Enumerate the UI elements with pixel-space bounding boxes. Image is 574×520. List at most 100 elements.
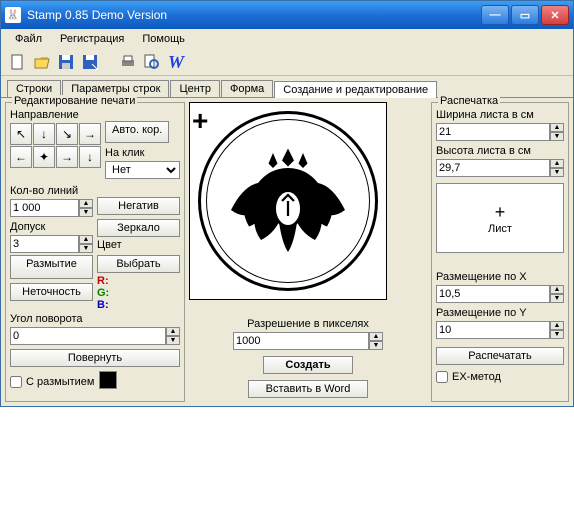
up-icon[interactable]: ▲ xyxy=(79,235,93,244)
blur-button[interactable]: Размытие xyxy=(10,255,93,279)
up-icon[interactable]: ▲ xyxy=(550,321,564,330)
direction-grid: ↖ ↓ ↘ → ← ✦ → ↓ xyxy=(10,123,101,168)
lines-input[interactable] xyxy=(10,199,79,217)
tab-create-edit[interactable]: Создание и редактирование xyxy=(274,81,437,98)
print-panel: Распечатка Ширина листа в см ▲▼ Высота л… xyxy=(431,102,569,402)
down-icon[interactable]: ▼ xyxy=(550,168,564,177)
minimize-button[interactable]: — xyxy=(481,5,509,25)
pos-y-stepper[interactable]: ▲▼ xyxy=(436,321,564,339)
direction-label: Направление xyxy=(10,109,101,121)
maximize-button[interactable]: ▭ xyxy=(511,5,539,25)
word-icon[interactable]: W xyxy=(167,53,185,71)
pos-x-label: Размещение по X xyxy=(436,271,564,283)
resolution-label: Разрешение в пикселях xyxy=(189,318,427,330)
seal-preview xyxy=(198,111,378,291)
negative-button[interactable]: Негатив xyxy=(97,197,180,215)
tolerance-input[interactable] xyxy=(10,235,79,253)
menu-registration[interactable]: Регистрация xyxy=(52,31,132,47)
create-button[interactable]: Создать xyxy=(263,356,353,374)
r-label: R: xyxy=(97,275,109,287)
ex-method-checkbox[interactable]: EX-метод xyxy=(436,371,564,383)
open-icon[interactable] xyxy=(33,53,51,71)
print-group-title: Распечатка xyxy=(438,95,500,107)
stamp-canvas[interactable]: + xyxy=(189,102,387,300)
autocorr-button[interactable]: Авто. кор. xyxy=(105,121,169,143)
mirror-button[interactable]: Зеркало xyxy=(97,219,180,237)
arrow-s-icon[interactable]: ↓ xyxy=(79,146,101,168)
up-icon[interactable]: ▲ xyxy=(550,123,564,132)
down-icon[interactable]: ▼ xyxy=(369,341,383,350)
angle-input[interactable] xyxy=(10,327,166,345)
arrow-ne-icon[interactable]: ↘ xyxy=(56,123,78,145)
print-icon[interactable] xyxy=(119,53,137,71)
new-icon[interactable] xyxy=(9,53,27,71)
color-swatch[interactable] xyxy=(99,371,117,389)
tabs: Строки Параметры строк Центр Форма Созда… xyxy=(1,76,573,97)
arrow-nw-icon[interactable]: ↖ xyxy=(10,123,32,145)
angle-label: Угол поворота xyxy=(10,313,180,325)
pos-y-input[interactable] xyxy=(436,321,550,339)
down-icon[interactable]: ▼ xyxy=(550,132,564,141)
onclick-label: На клик xyxy=(105,147,180,159)
move-handle-icon[interactable]: + xyxy=(192,105,208,137)
content: Редактирование печати Направление ↖ ↓ ↘ … xyxy=(1,97,573,406)
toolbar: W xyxy=(1,49,573,76)
arrow-w-icon[interactable]: ← xyxy=(10,146,32,168)
down-icon[interactable]: ▼ xyxy=(79,244,93,253)
with-blur-checkbox[interactable]: С размытием xyxy=(10,376,95,388)
arrow-n-icon[interactable]: ↓ xyxy=(33,123,55,145)
preview-icon[interactable] xyxy=(143,53,161,71)
window-title: Stamp 0.85 Demo Version xyxy=(27,8,481,22)
menubar: Файл Регистрация Помощь xyxy=(1,29,573,49)
close-button[interactable]: ✕ xyxy=(541,5,569,25)
sheet-button[interactable]: + Лист xyxy=(436,183,564,253)
resolution-stepper[interactable]: ▲▼ xyxy=(233,332,383,350)
up-icon[interactable]: ▲ xyxy=(550,285,564,294)
sheet-w-input[interactable] xyxy=(436,123,550,141)
pos-x-stepper[interactable]: ▲▼ xyxy=(436,285,564,303)
sheet-w-stepper[interactable]: ▲▼ xyxy=(436,123,564,141)
color-label: Цвет xyxy=(97,239,180,251)
angle-stepper[interactable]: ▲▼ xyxy=(10,327,180,345)
arrow-e2-icon[interactable]: → xyxy=(56,146,78,168)
insert-word-button[interactable]: Вставить в Word xyxy=(248,380,368,398)
tolerance-label: Допуск xyxy=(10,221,93,233)
inaccuracy-button[interactable]: Неточность xyxy=(10,283,93,301)
menu-help[interactable]: Помощь xyxy=(134,31,193,47)
pos-x-input[interactable] xyxy=(436,285,550,303)
sheet-h-label: Высота листа в см xyxy=(436,145,564,157)
edit-group-title: Редактирование печати xyxy=(12,95,137,107)
titlebar[interactable]: 🐰 Stamp 0.85 Demo Version — ▭ ✕ xyxy=(1,1,573,29)
tab-form[interactable]: Форма xyxy=(221,80,273,97)
lines-label: Кол-во линий xyxy=(10,185,93,197)
up-icon[interactable]: ▲ xyxy=(369,332,383,341)
tab-center[interactable]: Центр xyxy=(170,80,220,97)
app-icon: 🐰 xyxy=(5,7,21,23)
select-color-button[interactable]: Выбрать xyxy=(97,255,180,273)
up-icon[interactable]: ▲ xyxy=(166,327,180,336)
plus-icon: + xyxy=(495,202,506,223)
tolerance-stepper[interactable]: ▲▼ xyxy=(10,235,93,253)
print-button[interactable]: Распечатать xyxy=(436,347,564,365)
down-icon[interactable]: ▼ xyxy=(79,208,93,217)
sheet-w-label: Ширина листа в см xyxy=(436,109,564,121)
up-icon[interactable]: ▲ xyxy=(550,159,564,168)
sheet-h-input[interactable] xyxy=(436,159,550,177)
save-icon[interactable] xyxy=(57,53,75,71)
up-icon[interactable]: ▲ xyxy=(79,199,93,208)
lines-stepper[interactable]: ▲▼ xyxy=(10,199,93,217)
edit-panel: Редактирование печати Направление ↖ ↓ ↘ … xyxy=(5,102,185,402)
resolution-input[interactable] xyxy=(233,332,369,350)
save-as-icon[interactable] xyxy=(81,53,99,71)
pos-y-label: Размещение по Y xyxy=(436,307,564,319)
arrow-center-icon[interactable]: ✦ xyxy=(33,146,55,168)
rotate-button[interactable]: Повернуть xyxy=(10,349,180,367)
menu-file[interactable]: Файл xyxy=(7,31,50,47)
down-icon[interactable]: ▼ xyxy=(550,294,564,303)
down-icon[interactable]: ▼ xyxy=(166,336,180,345)
onclick-select[interactable]: Нет xyxy=(105,161,180,179)
down-icon[interactable]: ▼ xyxy=(550,330,564,339)
sheet-h-stepper[interactable]: ▲▼ xyxy=(436,159,564,177)
canvas-panel: + xyxy=(189,102,427,402)
arrow-e-icon[interactable]: → xyxy=(79,123,101,145)
